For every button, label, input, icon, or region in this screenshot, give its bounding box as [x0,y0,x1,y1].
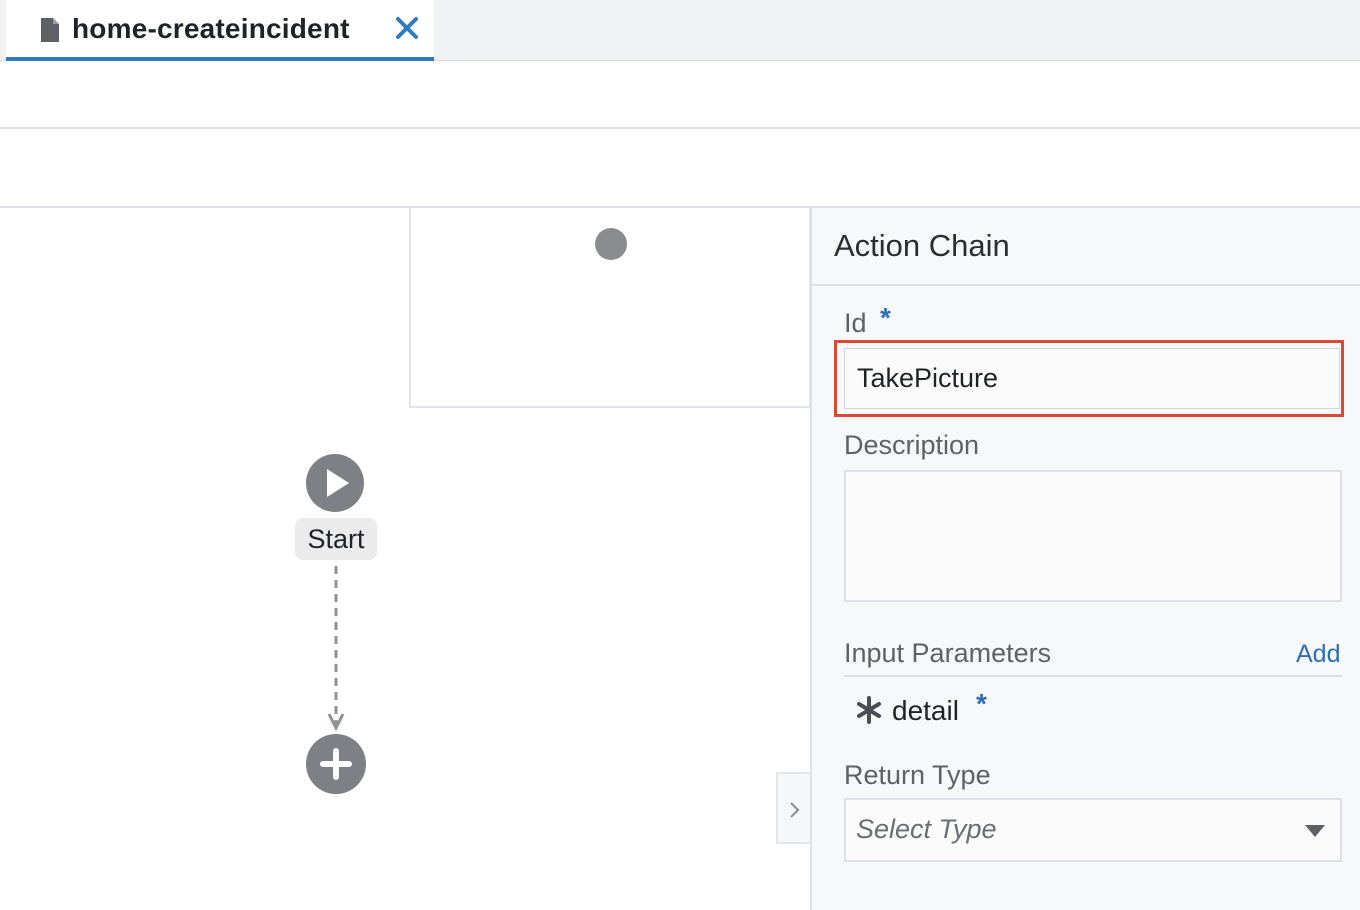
input-parameters-label: Input Parameters [844,638,1052,668]
tab-title: home-createincident [72,13,350,44]
return-type-select[interactable]: Select Type [844,798,1342,862]
required-indicator: * [880,302,891,333]
action-chain-canvas[interactable]: Start [0,208,812,910]
tab-bar: home-createincident [0,0,1360,61]
id-field[interactable] [844,348,1340,409]
connector-arrow [327,566,345,732]
start-node-label[interactable]: Start [295,518,377,560]
plus-icon[interactable] [305,733,367,795]
chevron-right-icon [790,802,800,818]
properties-panel: Action Chain Id * Description Input Para… [810,208,1360,910]
overview-viewport-marker[interactable] [595,228,627,260]
description-label: Description [844,430,980,460]
divider [844,675,1342,677]
collapse-panel-handle[interactable] [776,772,812,844]
asterisk-icon [857,696,881,724]
return-type-label: Return Type [844,760,991,790]
description-field[interactable] [844,470,1342,602]
parameter-name: detail [892,695,959,726]
id-label: Id [844,308,867,338]
overview-minimap[interactable] [409,208,811,408]
required-indicator: * [976,688,987,719]
tab-home-createincident[interactable]: home-createincident [6,0,434,61]
add-parameter-link[interactable]: Add [1296,640,1340,669]
panel-title: Action Chain [834,228,1010,263]
secondary-toolbar [0,129,1360,208]
file-icon [41,18,59,42]
panel-header: Action Chain [812,208,1360,286]
chevron-down-icon [1305,825,1325,837]
toolbar [0,61,1360,129]
return-type-placeholder: Select Type [856,814,997,844]
close-icon[interactable] [394,12,420,44]
play-icon[interactable] [305,453,365,513]
